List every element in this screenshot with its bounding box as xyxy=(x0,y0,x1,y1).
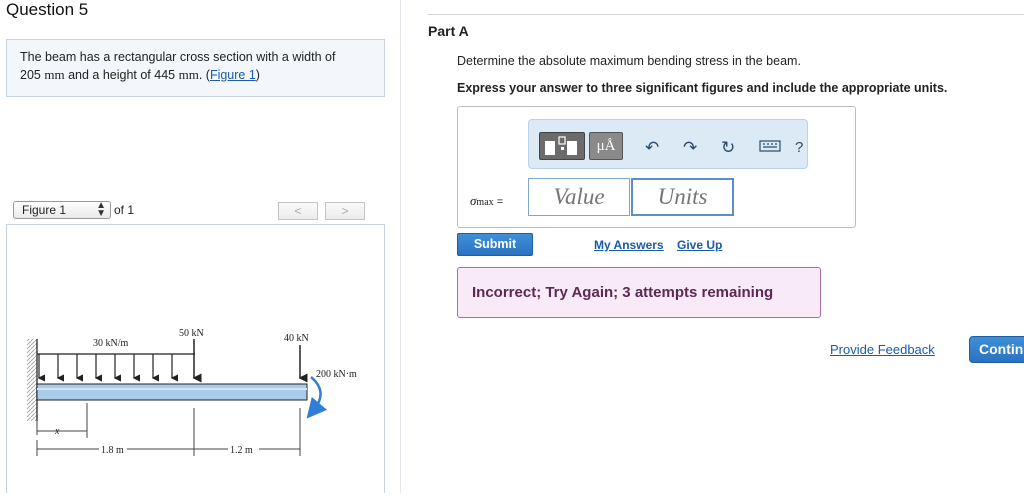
value-input[interactable] xyxy=(528,178,630,216)
figure-prev-button[interactable]: < xyxy=(278,202,318,220)
feedback-message: Incorrect; Try Again; 3 attempts remaini… xyxy=(457,267,821,318)
updown-arrows-icon: ▲ ▼ xyxy=(96,200,106,219)
figure-selector[interactable]: Figure 1 ▲ ▼ xyxy=(13,201,111,219)
problem-text-4: ) xyxy=(255,68,260,82)
problem-unit-width: mm xyxy=(44,67,65,82)
units-input[interactable] xyxy=(631,178,734,216)
keyboard-icon[interactable] xyxy=(759,138,781,158)
answer-label-sub: max xyxy=(476,197,494,208)
moment-arrow-icon xyxy=(306,376,328,419)
part-question: Determine the absolute maximum bending s… xyxy=(457,54,801,68)
figure-count: of 1 xyxy=(114,203,135,217)
undo-icon[interactable]: ↶ xyxy=(645,138,659,158)
problem-value-width: 205 xyxy=(20,68,41,82)
length-2-label: 1.2 m xyxy=(230,445,253,456)
part-instruction: Express your answer to three significant… xyxy=(457,81,948,95)
point-load-40-label: 40 kN xyxy=(284,333,309,344)
beam xyxy=(36,383,308,401)
help-icon[interactable]: ? xyxy=(795,139,803,156)
figure-panel: 30 kN/m 50 kN 40 kN 200 kN·m x 1.8 m 1.2… xyxy=(6,224,385,493)
question-title: Question 5 xyxy=(6,0,89,19)
fixed-support-wall xyxy=(27,339,37,421)
part-title: Part A xyxy=(428,23,469,39)
problem-statement: The beam has a rectangular cross section… xyxy=(6,39,385,97)
templates-button[interactable] xyxy=(539,132,585,160)
problem-unit-height: mm xyxy=(178,67,199,82)
length-1-label: 1.8 m xyxy=(101,445,124,456)
distributed-load-label: 30 kN/m xyxy=(93,338,129,349)
figure-link[interactable]: Figure 1 xyxy=(210,68,256,82)
submit-button[interactable]: Submit xyxy=(457,233,533,256)
moment-label: 200 kN·m xyxy=(316,369,357,380)
math-toolbar: μÅ ↶ ↷ ↻ ? xyxy=(528,119,808,169)
units-tool-button[interactable]: μÅ xyxy=(589,132,623,160)
x-dim-label: x xyxy=(54,426,60,437)
continue-button[interactable]: Continue xyxy=(969,336,1024,363)
problem-text-3: . ( xyxy=(198,68,210,82)
answer-box: μÅ ↶ ↷ ↻ ? σmax = xyxy=(457,106,856,228)
column-divider xyxy=(400,0,401,493)
templates-icon xyxy=(545,136,577,155)
problem-text-2: and a height of 445 xyxy=(68,68,176,82)
my-answers-link[interactable]: My Answers xyxy=(594,238,664,252)
provide-feedback-link[interactable]: Provide Feedback xyxy=(830,342,935,357)
beam-diagram: 30 kN/m 50 kN 40 kN 200 kN·m x 1.8 m 1.2… xyxy=(27,328,357,456)
figure-next-button[interactable]: > xyxy=(325,202,365,220)
distributed-load-arrows xyxy=(37,354,178,382)
figure-selector-value: Figure 1 xyxy=(22,203,67,217)
answer-label-eq: = xyxy=(493,196,504,208)
point-load-50-label: 50 kN xyxy=(179,328,204,339)
answer-label: σmax = xyxy=(470,193,503,209)
redo-icon[interactable]: ↷ xyxy=(683,138,697,158)
reset-icon[interactable]: ↻ xyxy=(721,138,735,158)
problem-text-1: The beam has a rectangular cross section… xyxy=(20,50,336,64)
part-separator xyxy=(428,14,1024,15)
give-up-link[interactable]: Give Up xyxy=(677,238,722,252)
figure-toolbar: Figure 1 ▲ ▼ of 1 < > xyxy=(6,199,385,223)
